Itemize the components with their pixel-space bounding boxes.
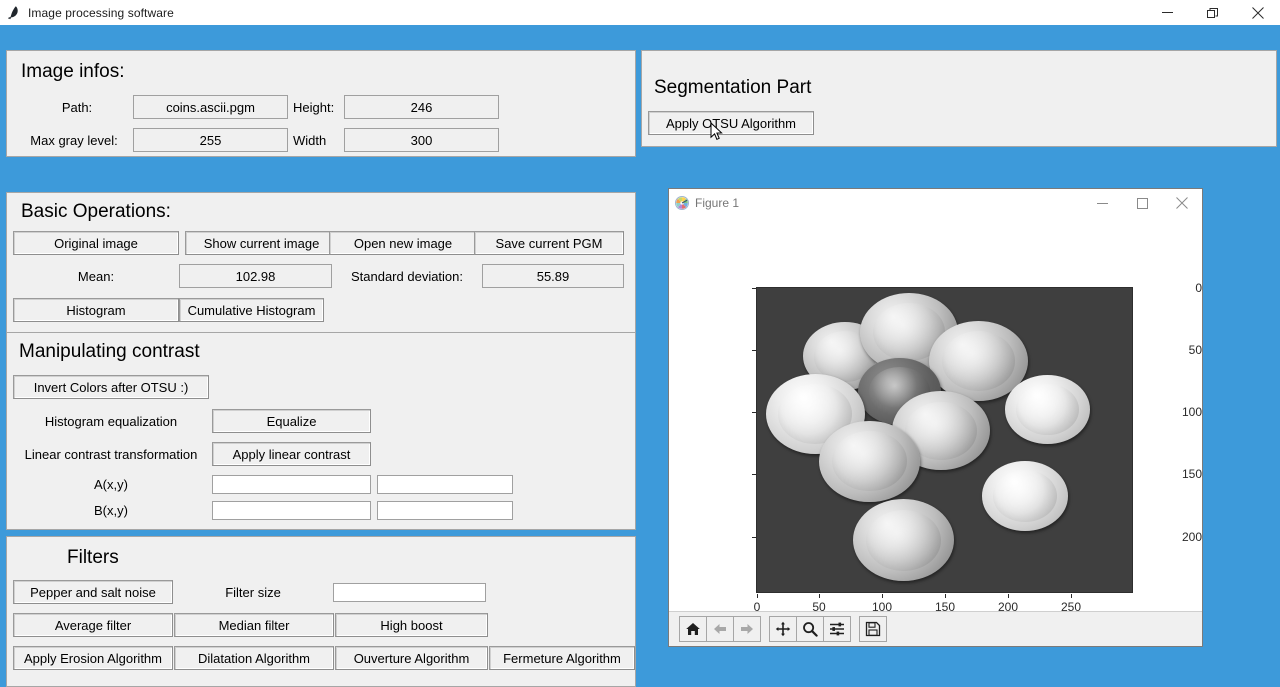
segmentation-panel: Segmentation Part Apply OTSU Algorithm — [641, 50, 1277, 147]
height-value: 246 — [344, 95, 499, 119]
y-tick-label: 0 — [1195, 281, 1202, 295]
x-tick-label: 0 — [753, 600, 761, 611]
y-tick-label: 200 — [1181, 530, 1202, 544]
original-image-button[interactable]: Original image — [13, 231, 179, 255]
x-tick-label: 100 — [871, 600, 893, 611]
minimize-icon[interactable] — [1145, 0, 1190, 25]
restore-icon[interactable] — [1190, 0, 1235, 25]
filter-size-label: Filter size — [225, 584, 281, 600]
window-titlebar: Image processing software — [0, 0, 1280, 25]
window-title: Image processing software — [28, 5, 174, 20]
high-boost-button[interactable]: High boost — [335, 613, 488, 637]
filters-panel: Filters Pepper and salt noise Filter siz… — [6, 536, 636, 687]
coin — [852, 499, 954, 582]
x-tick-mark — [945, 594, 946, 598]
y-tick-label: 50 — [1188, 343, 1202, 357]
b-xy-label: B(x,y) — [94, 502, 128, 518]
apply-linear-contrast-button[interactable]: Apply linear contrast — [212, 442, 371, 466]
manipulating-contrast-panel: Manipulating contrast Invert Colors afte… — [6, 332, 636, 530]
figure-canvas[interactable]: 0 50 100 150 200 0 50 100 150 200 250 — [669, 217, 1202, 611]
median-filter-button[interactable]: Median filter — [174, 613, 334, 637]
figure-titlebar: Figure 1 — [669, 189, 1202, 217]
erosion-algorithm-button[interactable]: Apply Erosion Algorithm — [13, 646, 173, 670]
std-label: Standard deviation: — [350, 268, 464, 284]
x-tick-label: 50 — [812, 600, 826, 611]
x-tick-mark — [819, 594, 820, 598]
x-tick-label: 200 — [997, 600, 1019, 611]
x-tick-mark — [882, 594, 883, 598]
equalize-button[interactable]: Equalize — [212, 409, 371, 433]
zoom-icon[interactable] — [796, 616, 824, 642]
pepper-salt-noise-button[interactable]: Pepper and salt noise — [13, 580, 173, 604]
x-tick-mark — [1008, 594, 1009, 598]
std-value: 55.89 — [482, 264, 624, 288]
dilatation-algorithm-button[interactable]: Dilatation Algorithm — [174, 646, 334, 670]
open-new-image-button[interactable]: Open new image — [329, 231, 477, 255]
histogram-button[interactable]: Histogram — [13, 298, 179, 322]
contrast-title: Manipulating contrast — [19, 341, 200, 362]
x-tick-label: 150 — [934, 600, 956, 611]
linear-contrast-label: Linear contrast transformation — [24, 446, 198, 462]
figure-maximize-icon[interactable] — [1122, 189, 1162, 217]
x-tick-mark — [1071, 594, 1072, 598]
b-xy-input-2[interactable] — [377, 501, 513, 520]
forward-arrow-icon[interactable] — [733, 616, 761, 642]
a-xy-input-1[interactable] — [212, 475, 371, 494]
configure-subplots-icon[interactable] — [823, 616, 851, 642]
path-label: Path: — [61, 99, 93, 115]
cumulative-histogram-button[interactable]: Cumulative Histogram — [179, 298, 324, 322]
a-xy-label: A(x,y) — [94, 476, 128, 492]
show-current-image-button[interactable]: Show current image — [185, 231, 338, 255]
height-label: Height: — [293, 99, 335, 115]
ouverture-algorithm-button[interactable]: Ouverture Algorithm — [335, 646, 488, 670]
matplotlib-logo-icon — [669, 189, 695, 217]
invert-colors-button[interactable]: Invert Colors after OTSU :) — [13, 375, 209, 399]
feather-icon — [0, 0, 26, 25]
figure-close-icon[interactable] — [1162, 189, 1202, 217]
figure-toolbar — [669, 611, 1202, 646]
figure-title: Figure 1 — [695, 196, 740, 210]
a-xy-input-2[interactable] — [377, 475, 513, 494]
x-tick-mark — [757, 594, 758, 598]
average-filter-button[interactable]: Average filter — [13, 613, 173, 637]
toolbar-separator — [850, 616, 859, 642]
y-tick-label: 100 — [1181, 405, 1202, 419]
save-current-pgm-button[interactable]: Save current PGM — [474, 231, 624, 255]
home-icon[interactable] — [679, 616, 707, 642]
pan-icon[interactable] — [769, 616, 797, 642]
max-gray-label: Max gray level: — [30, 132, 118, 148]
toolbar-separator — [760, 616, 769, 642]
mean-value: 102.98 — [179, 264, 332, 288]
image-infos-title: Image infos: — [21, 61, 125, 82]
coin — [1005, 375, 1090, 444]
b-xy-input-1[interactable] — [212, 501, 371, 520]
filter-size-input[interactable] — [333, 583, 486, 602]
segmentation-title: Segmentation Part — [654, 77, 812, 98]
x-tick-label: 250 — [1060, 600, 1082, 611]
filters-title: Filters — [67, 547, 119, 568]
mean-label: Mean: — [77, 268, 115, 284]
close-icon[interactable] — [1235, 0, 1280, 25]
width-value: 300 — [344, 128, 499, 152]
histogram-equalization-label: Histogram equalization — [44, 413, 178, 429]
path-value: coins.ascii.pgm — [133, 95, 288, 119]
figure-window: Figure 1 0 50 100 150 200 0 50 100 150 2… — [668, 188, 1203, 647]
back-arrow-icon[interactable] — [706, 616, 734, 642]
y-tick-label: 150 — [1181, 467, 1202, 481]
image-infos-panel: Image infos: Path: coins.ascii.pgm Heigh… — [6, 50, 636, 157]
apply-otsu-button[interactable]: Apply OTSU Algorithm — [648, 111, 814, 135]
save-icon[interactable] — [859, 616, 887, 642]
basic-operations-title: Basic Operations: — [21, 201, 171, 222]
fermeture-algorithm-button[interactable]: Fermeture Algorithm — [489, 646, 635, 670]
coin — [819, 420, 920, 502]
figure-minimize-icon[interactable] — [1082, 189, 1122, 217]
coins-image[interactable] — [756, 287, 1133, 593]
width-label: Width — [293, 132, 327, 148]
max-gray-value: 255 — [133, 128, 288, 152]
basic-operations-panel: Basic Operations: Original image Show cu… — [6, 192, 636, 334]
coin — [982, 461, 1069, 532]
